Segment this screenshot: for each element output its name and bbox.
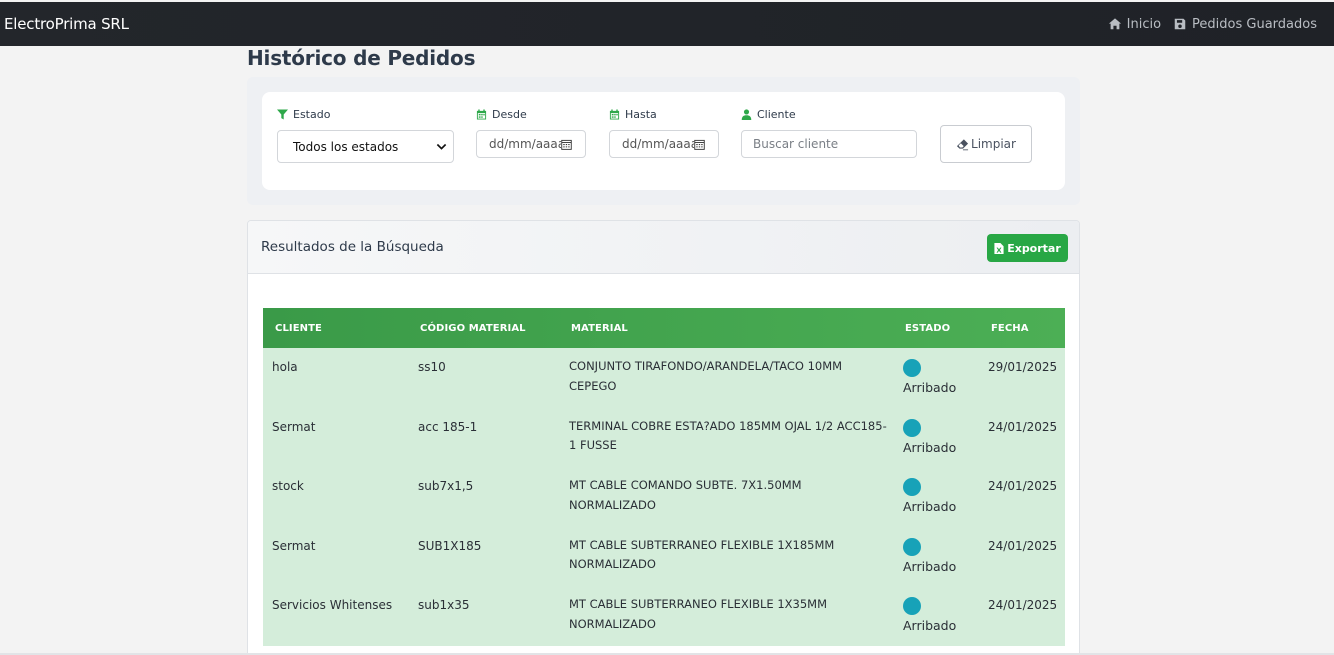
- status-label: Arribado: [903, 499, 957, 514]
- cell-material: MT CABLE SUBTERRANEO FLEXIBLE 1X185MM NO…: [569, 537, 835, 572]
- calendar-picker-icon[interactable]: [694, 139, 705, 150]
- page-title: Histórico de Pedidos: [247, 46, 476, 70]
- top-navbar: ElectroPrima SRL Inicio Pedidos Guardado…: [0, 2, 1334, 46]
- status-dot-icon: [903, 418, 921, 437]
- cell-estado: Arribado: [903, 417, 956, 458]
- results-table: CLIENTE CÓDIGO MATERIAL MATERIAL ESTADO …: [263, 308, 1065, 646]
- cell-codigo-material: SUB1X185: [418, 538, 482, 553]
- estado-label: Estado: [277, 108, 330, 121]
- clear-filters-button[interactable]: Limpiar: [940, 125, 1032, 163]
- cell-fecha: 24/01/2025: [988, 538, 1058, 553]
- desde-date-input[interactable]: dd/mm/aaaa: [476, 130, 586, 158]
- cliente-label: Cliente: [741, 108, 796, 121]
- cell-estado: Arribado: [903, 536, 956, 577]
- nav-link-label: Pedidos Guardados: [1192, 16, 1317, 32]
- chevron-down-icon: [436, 143, 447, 150]
- cell-codigo-material: sub7x1,5: [418, 479, 474, 493]
- desde-label-text: Desde: [492, 108, 527, 121]
- table-row[interactable]: hola ss10 CONJUNTO TIRAFONDO/ARANDELA/TACO…: [263, 348, 1065, 408]
- home-icon: [1108, 18, 1121, 30]
- cell-codigo-material: sub1x35: [418, 598, 470, 612]
- table-row[interactable]: Sermat SUB1X185 MT CABLE SUBTERRANEO FLEXI…: [263, 527, 1065, 587]
- cell-material: TERMINAL COBRE ESTA?ADO 185MM OJAL 1/2 A…: [569, 418, 887, 453]
- cell-material: CONJUNTO TIRAFONDO/ARANDELA/TACO 10MM CE…: [569, 359, 843, 393]
- results-title: Resultados de la Búsqueda: [261, 239, 444, 255]
- hasta-date-value: dd/mm/aaaa: [622, 137, 694, 151]
- estado-select[interactable]: Todos los estados: [277, 130, 454, 163]
- nav-link-inicio[interactable]: Inicio: [1108, 17, 1161, 32]
- filter-panel: Estado Todos los estados Desde dd/mm/aaa…: [262, 92, 1065, 190]
- nav-links: Inicio Pedidos Guardados: [1108, 17, 1317, 32]
- column-header-estado[interactable]: ESTADO: [905, 308, 950, 348]
- cell-material: MT CABLE SUBTERRANEO FLEXIBLE 1X35MM NOR…: [569, 597, 828, 631]
- save-icon: [1174, 18, 1186, 30]
- cell-codigo-material: acc 185-1: [418, 419, 478, 434]
- cell-fecha: 24/01/2025: [988, 479, 1058, 493]
- cliente-search-placeholder: Buscar cliente: [753, 137, 839, 151]
- status-label: Arribado: [903, 380, 957, 395]
- hasta-date-input[interactable]: dd/mm/aaaa: [609, 130, 719, 158]
- table-row[interactable]: Servicios Whitenses sub1x35 MT CABLE SUBTE…: [263, 586, 1065, 646]
- estado-label-text: Estado: [293, 108, 331, 121]
- cliente-label-text: Cliente: [757, 108, 796, 121]
- cell-cliente: hola: [272, 360, 298, 374]
- status-label: Arribado: [903, 439, 957, 455]
- status-dot-icon: [903, 537, 921, 556]
- clear-filters-label: Limpiar: [971, 137, 1016, 151]
- desde-label: Desde: [476, 108, 527, 121]
- nav-link-pedidos-guardados[interactable]: Pedidos Guardados: [1173, 17, 1317, 32]
- file-excel-icon: [994, 242, 1004, 254]
- cell-cliente: Sermat: [272, 538, 316, 553]
- column-header-cliente[interactable]: CLIENTE: [275, 308, 322, 348]
- results-card: Resultados de la Búsqueda Exportar CLIEN…: [247, 220, 1080, 655]
- column-header-material[interactable]: MATERIAL: [571, 308, 628, 348]
- status-label: Arribado: [903, 618, 957, 633]
- calendar-icon: [609, 109, 620, 120]
- cell-fecha: 29/01/2025: [988, 360, 1058, 374]
- status-label: Arribado: [903, 558, 957, 574]
- nav-link-label: Inicio: [1126, 16, 1162, 32]
- table-header: CLIENTE CÓDIGO MATERIAL MATERIAL ESTADO …: [263, 308, 1065, 348]
- status-dot-icon: [903, 597, 921, 615]
- hasta-label: Hasta: [609, 108, 657, 121]
- cell-estado: Arribado: [903, 357, 956, 398]
- cliente-search-input[interactable]: Buscar cliente: [741, 130, 917, 158]
- filter-card: Estado Todos los estados Desde dd/mm/aaa…: [247, 77, 1080, 205]
- cell-fecha: 24/01/2025: [988, 598, 1058, 612]
- table-row[interactable]: stock sub7x1,5 MT CABLE COMANDO SUBTE. 7X1…: [263, 467, 1065, 527]
- brand-logo-text[interactable]: ElectroPrima SRL: [4, 15, 129, 33]
- cell-codigo-material: ss10: [418, 360, 446, 374]
- table-body: hola ss10 CONJUNTO TIRAFONDO/ARANDELA/TACO…: [263, 348, 1065, 646]
- cell-cliente: stock: [272, 479, 304, 493]
- calendar-icon: [476, 109, 487, 120]
- status-dot-icon: [903, 478, 921, 496]
- cell-estado: Arribado: [903, 476, 956, 517]
- cell-material: MT CABLE COMANDO SUBTE. 7X1.50MM NORMALI…: [569, 478, 802, 512]
- status-dot-icon: [903, 359, 921, 377]
- calendar-picker-icon[interactable]: [561, 139, 572, 150]
- column-header-codigo-material[interactable]: CÓDIGO MATERIAL: [420, 308, 526, 348]
- desde-date-value: dd/mm/aaaa: [489, 137, 561, 151]
- user-icon: [741, 109, 752, 120]
- export-button[interactable]: Exportar: [987, 234, 1068, 262]
- cell-fecha: 24/01/2025: [988, 419, 1058, 434]
- cell-cliente: Servicios Whitenses: [272, 598, 393, 612]
- filter-icon: [277, 109, 288, 120]
- export-label: Exportar: [1007, 241, 1061, 255]
- eraser-icon: [956, 138, 969, 150]
- table-row[interactable]: Sermat acc 185-1 TERMINAL COBRE ESTA?ADO 1…: [263, 408, 1065, 468]
- cell-estado: Arribado: [903, 595, 956, 636]
- estado-select-value: Todos los estados: [293, 139, 399, 154]
- hasta-label-text: Hasta: [625, 108, 657, 121]
- cell-cliente: Sermat: [272, 419, 316, 434]
- column-header-fecha[interactable]: FECHA: [991, 308, 1029, 348]
- results-header: Resultados de la Búsqueda Exportar: [248, 221, 1079, 274]
